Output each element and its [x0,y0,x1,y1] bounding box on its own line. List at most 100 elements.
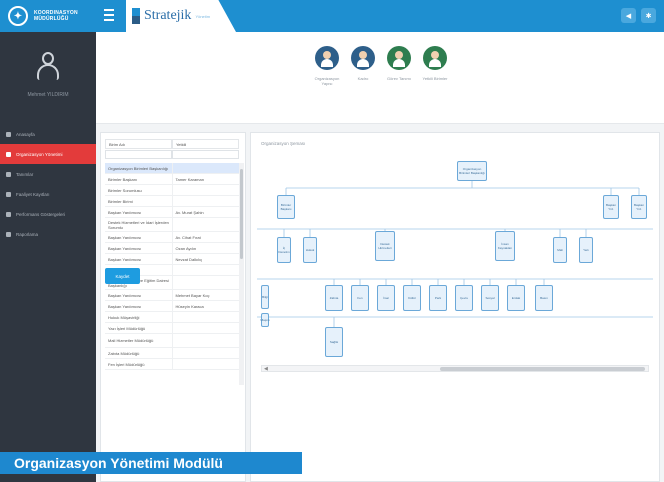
column-header-unit[interactable]: Birim Adı [105,139,172,149]
person-icon [315,46,339,70]
role-list: Organizasyon Yapısı Kadro Görev Tanımı Yetk… [314,46,448,86]
authorized-cell: Av. Cihat Fırat [175,234,201,240]
org-node[interactable]: Başkan Yrd. [603,195,619,219]
org-node[interactable]: Fen [351,285,369,311]
role-item[interactable]: Organizasyon Yapısı [314,46,340,86]
sidebar-item-0[interactable]: Anasayfa [0,124,96,144]
unit-cell: Başkan Yardımcısı [105,290,173,300]
org-node[interactable]: İç Denetim [277,237,291,263]
unit-cell: Başkan Yardımcısı [105,243,173,253]
table-row[interactable]: Başkan Yardımcısı Av. Murat Şahin [105,207,239,218]
person-icon [351,46,375,70]
table-row[interactable]: Organizasyon Birimleri Başkanlığı [105,163,239,174]
unit-cell: Zabıta Müdürlüğü [105,348,173,358]
table-row[interactable]: Yazı İşleri Müdürlüğü [105,323,239,334]
sidebar-item-3[interactable]: Faaliyet Kayıtları [0,184,96,204]
sidebar-item-5[interactable]: Raporlama [0,224,96,244]
table-scrollbar[interactable] [239,163,244,385]
scrollbar-thumb[interactable] [240,169,243,259]
org-node[interactable]: Mali [553,237,567,263]
table-row[interactable]: Başkan Yardımcısı Av. Cihat Fırat [105,232,239,243]
brand-name-line2: MÜDÜRLÜĞÜ [34,16,69,22]
org-node[interactable]: Destek Hizmetleri [375,231,395,261]
top-bar: Stratejik Yönetim ◀ ✱ [96,0,664,32]
org-node[interactable]: Birimler Başkanı [277,195,295,219]
unit-cell: Başkan Yardımcısı [105,254,173,264]
org-node[interactable]: Sağlık [325,327,343,357]
role-item[interactable]: Kadro [350,46,376,86]
role-header: Organizasyon Yapısı Kadro Görev Tanımı Yetk… [96,32,664,124]
table-row[interactable]: Hukuk Müşavirliği [105,312,239,323]
unit-table-panel: Birim Adı Yetkili Organizasyon Birimleri… [100,132,246,482]
scroll-left-icon[interactable]: ◀ [264,366,268,372]
role-item[interactable]: Görev Tanımı [386,46,412,86]
person-icon [423,46,447,70]
nav-item-icon [6,151,11,157]
org-chart: Organizasyon Birimleri Başkanlığı Birimle… [257,155,653,375]
org-node[interactable]: Emlak [507,285,525,311]
person-icon [387,46,411,70]
role-item[interactable]: Yetkili Birimler [422,46,448,86]
filter-authorized-input[interactable] [172,150,239,159]
org-node[interactable]: Bilgi [261,285,269,309]
table-filter-row [105,150,239,160]
sidebar-item-4[interactable]: Performans Göstergeleri [0,204,96,224]
table-row[interactable]: Başkan Yardımcısı Nevzat Dalkılıç [105,254,239,265]
app-window: ✦ KOORDINASYON MÜDÜRLÜĞÜ Mehmet YILDIRIM… [0,0,664,482]
table-row[interactable]: Başkan Yardımcısı Hüseyin Karaca [105,301,239,312]
brand[interactable]: ✦ KOORDINASYON MÜDÜRLÜĞÜ [0,0,96,32]
org-node[interactable]: Ulaşım [260,313,270,327]
org-node[interactable]: İmar [377,285,395,311]
sidebar-item-2[interactable]: Tanımlar [0,164,96,184]
logo-text: Stratejik [144,8,192,23]
org-node[interactable]: Hukuk [303,237,317,263]
table-row[interactable]: Başkan Yardımcısı Mehmet Bayar Koç [105,290,239,301]
module-caption: Organizasyon Yönetimi Modülü [0,452,302,474]
org-node[interactable]: Basın [535,285,553,311]
user-name: Mehmet YILDIRIM [27,92,69,98]
org-node[interactable]: Başkan Yrd. [631,195,647,219]
authorized-cell: Tamer Karaman [175,176,204,182]
authorized-cell: Ozan Aydın [175,245,197,251]
sidebar-nav: Anasayfa Organizasyon Yönetimi Tanımlar Faa… [0,124,96,244]
sound-icon[interactable]: ◀ [621,8,636,23]
table-row[interactable]: Destek Hizmetleri ve İdari İşlerden Soru… [105,218,239,232]
org-node[interactable]: Organizasyon Birimleri Başkanlığı [457,161,487,181]
org-node[interactable]: Çevre [455,285,473,311]
authorized-cell: Nevzat Dalkılıç [175,256,203,262]
column-header-authorized[interactable]: Yetkili [172,139,239,149]
table-row[interactable]: Zabıta Müdürlüğü [105,348,239,359]
role-label: Organizasyon Yapısı [314,76,340,86]
org-node[interactable]: İnsan Kaynakları [495,231,515,261]
authorized-cell: Mehmet Bayar Koç [175,292,210,298]
sidebar-item-label: Faaliyet Kayıtları [16,191,50,197]
nav-item-icon [6,211,11,217]
avatar-icon[interactable] [35,52,61,82]
hamburger-menu-icon[interactable] [104,9,118,23]
app-logo[interactable]: Stratejik Yönetim [126,0,236,32]
unit-cell: Başkan Yardımcısı [105,232,173,242]
org-chart-hscroll[interactable]: ◀ [261,365,649,372]
table-row[interactable]: Mali Hizmetler Müdürlüğü [105,334,239,348]
hscroll-thumb[interactable] [440,367,645,371]
settings-icon[interactable]: ✱ [641,8,656,23]
org-node[interactable]: Zabıta [325,285,343,311]
table-row[interactable]: Fen İşleri Müdürlüğü [105,359,239,370]
org-node[interactable]: Yazı [579,237,593,263]
table-row[interactable]: Başkan Yardımcısı Ozan Aydın [105,243,239,254]
org-node[interactable]: Park [429,285,447,311]
nav-item-icon [6,131,11,137]
org-node[interactable]: Kültür [403,285,421,311]
filter-unit-input[interactable] [105,150,172,159]
authorized-cell [173,265,240,275]
authorized-cell [173,359,240,369]
org-node[interactable]: Sosyal [481,285,499,311]
sidebar-item-1[interactable]: Organizasyon Yönetimi [0,144,96,164]
authorized-cell [173,323,240,333]
sidebar-item-label: Organizasyon Yönetimi [16,151,63,157]
table-row[interactable]: Birimler Başkanı Tamer Karaman [105,174,239,185]
authorized-cell: Hüseyin Karaca [175,303,204,309]
table-row[interactable]: Birimler Birimi [105,196,239,207]
table-row[interactable]: Birimler Sorumlusu [105,185,239,196]
save-button[interactable]: Kaydet [105,268,140,284]
